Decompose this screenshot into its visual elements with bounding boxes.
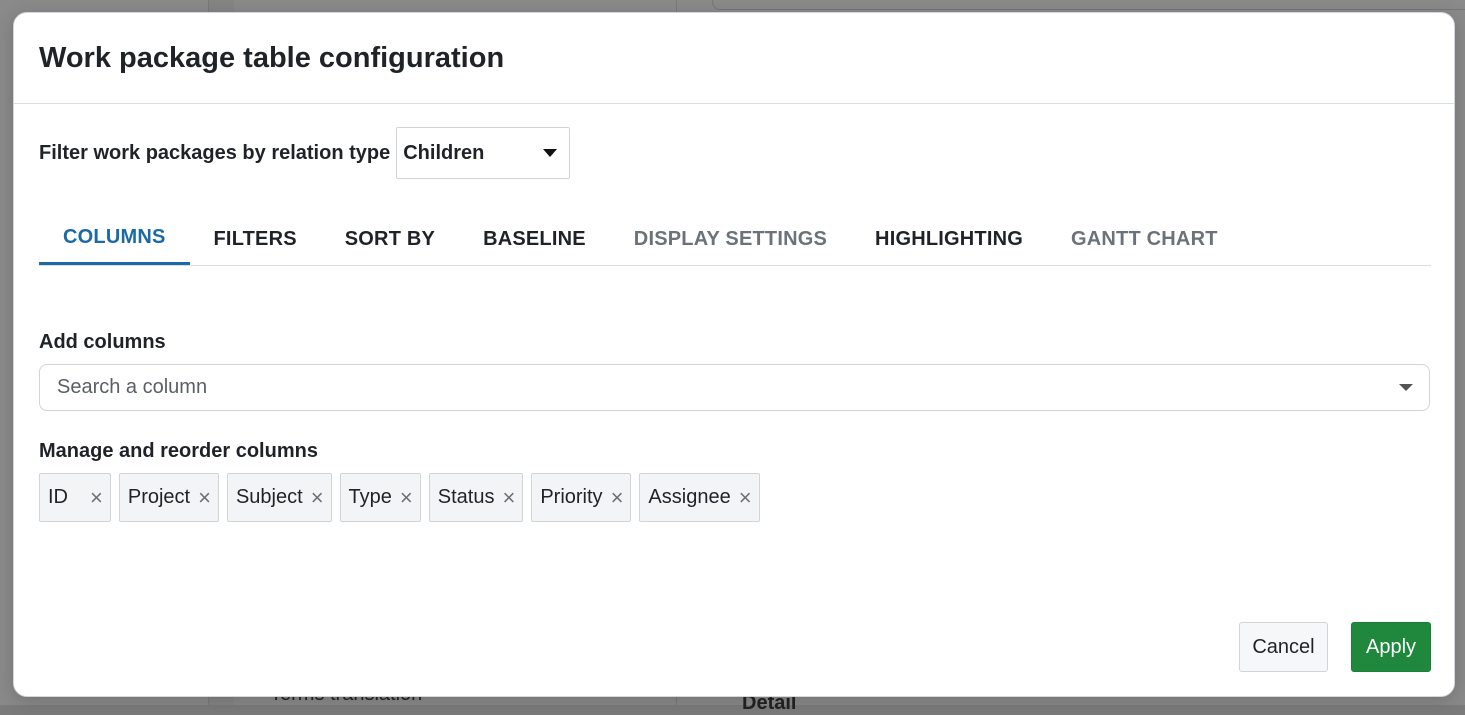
config-tabs: COLUMNS FILTERS SORT BY BASELINE DISPLAY… bbox=[39, 213, 1431, 266]
column-chip-id[interactable]: ID × bbox=[39, 473, 111, 522]
column-chip-label: Subject bbox=[235, 486, 303, 508]
manage-columns-label: Manage and reorder columns bbox=[39, 440, 318, 462]
relation-type-value: Children bbox=[403, 141, 485, 164]
tab-gantt-chart[interactable]: GANTT CHART bbox=[1047, 213, 1242, 265]
column-chip-label: ID bbox=[48, 486, 68, 508]
remove-icon[interactable]: × bbox=[198, 486, 211, 509]
tab-filters[interactable]: FILTERS bbox=[190, 213, 321, 265]
remove-icon[interactable]: × bbox=[502, 486, 515, 509]
add-columns-label: Add columns bbox=[39, 331, 166, 353]
remove-icon[interactable]: × bbox=[739, 486, 752, 509]
cancel-button[interactable]: Cancel bbox=[1239, 622, 1328, 672]
column-search-input[interactable] bbox=[55, 375, 1359, 400]
background-card bbox=[712, 0, 1465, 10]
column-chip-label: Type bbox=[348, 486, 392, 508]
dropdown-caret-icon[interactable] bbox=[1399, 384, 1413, 391]
column-chip-priority[interactable]: Priority × bbox=[531, 473, 632, 522]
remove-icon[interactable]: × bbox=[611, 486, 624, 509]
tab-highlighting[interactable]: HIGHLIGHTING bbox=[851, 213, 1047, 265]
column-chip-status[interactable]: Status × bbox=[428, 473, 524, 522]
column-search-box[interactable] bbox=[39, 364, 1430, 411]
column-chip-label: Priority bbox=[540, 486, 603, 508]
relation-filter-row: Filter work packages by relation type Ch… bbox=[39, 127, 571, 179]
relation-type-select[interactable]: Children bbox=[396, 127, 571, 179]
relation-filter-label: Filter work packages by relation type bbox=[39, 141, 391, 164]
column-chip-subject[interactable]: Subject × bbox=[226, 473, 332, 522]
table-config-modal: Work package table configuration Filter … bbox=[13, 12, 1455, 697]
remove-icon[interactable]: × bbox=[311, 486, 324, 509]
selected-columns-list: ID × Project × Subject × Type × Status ×… bbox=[39, 473, 760, 522]
modal-header: Work package table configuration bbox=[14, 13, 1454, 104]
caret-down-icon bbox=[543, 149, 558, 157]
modal-title: Work package table configuration bbox=[39, 41, 505, 74]
column-chip-label: Status bbox=[437, 486, 495, 508]
tab-display-settings[interactable]: DISPLAY SETTINGS bbox=[610, 213, 851, 265]
tab-columns[interactable]: COLUMNS bbox=[39, 213, 190, 265]
apply-button[interactable]: Apply bbox=[1351, 622, 1431, 672]
tab-sort-by[interactable]: SORT BY bbox=[321, 213, 459, 265]
column-chip-label: Assignee bbox=[648, 486, 731, 508]
remove-icon[interactable]: × bbox=[400, 486, 413, 509]
column-chip-type[interactable]: Type × bbox=[339, 473, 421, 522]
column-chip-project[interactable]: Project × bbox=[118, 473, 219, 522]
remove-icon[interactable]: × bbox=[90, 486, 103, 509]
column-chip-label: Project bbox=[127, 486, 191, 508]
tab-baseline[interactable]: BASELINE bbox=[459, 213, 610, 265]
column-chip-assignee[interactable]: Assignee × bbox=[639, 473, 760, 522]
